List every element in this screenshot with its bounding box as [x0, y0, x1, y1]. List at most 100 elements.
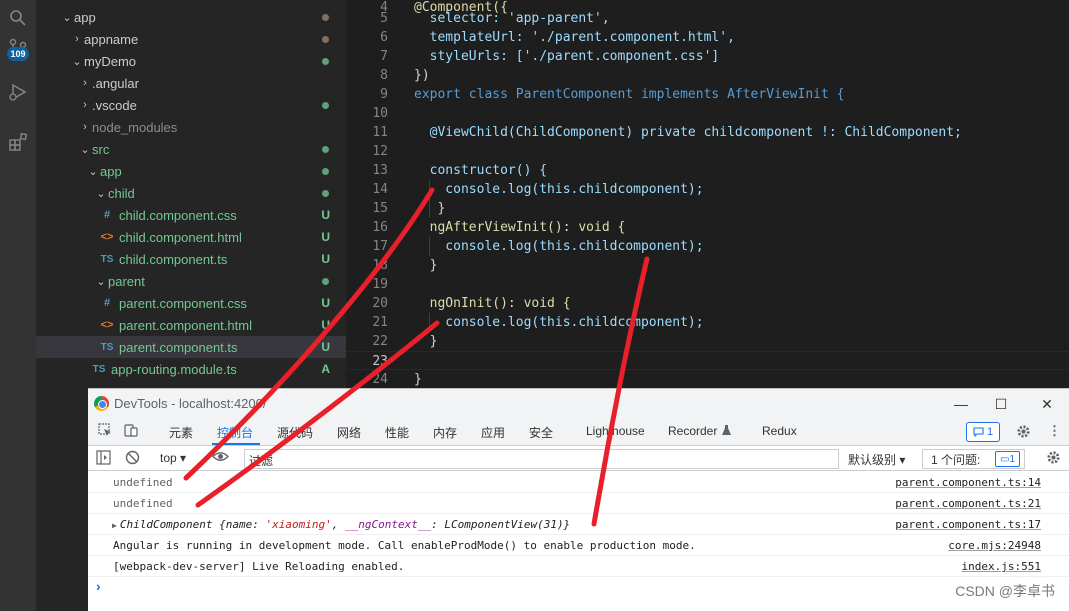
tree-label: myDemo: [84, 53, 137, 69]
issues-button[interactable]: 1 个问题: ▭ 1: [922, 449, 1025, 469]
tree-folder-parent[interactable]: ⌄ parent: [36, 270, 346, 292]
code-text: selector: 'app-parent',: [414, 11, 610, 26]
tab-lighthouse[interactable]: Lighthouse: [586, 424, 645, 438]
inspect-element-icon[interactable]: [98, 423, 112, 440]
line-number: 11: [372, 125, 388, 140]
console-row: Angular is running in development mode. …: [88, 535, 1069, 556]
chevron-down-icon: ⌄: [80, 143, 90, 156]
context-selector[interactable]: top ▾: [160, 451, 186, 465]
close-button[interactable]: ✕: [1032, 393, 1062, 415]
tree-file-child-html[interactable]: <> child.component.html U: [36, 226, 346, 248]
tab-elements[interactable]: 元素: [169, 424, 193, 441]
tree-label: appname: [84, 31, 139, 47]
tree-folder-mydemo[interactable]: ⌄ myDemo: [36, 50, 346, 72]
log-levels-dropdown[interactable]: 默认级别 ▾: [848, 451, 905, 468]
tree-folder-child[interactable]: ⌄ child: [36, 182, 346, 204]
console-row[interactable]: ▶ ChildComponent {name: 'xiaoming', __ngC…: [88, 514, 1069, 535]
tree-folder-vscode[interactable]: › .vscode: [36, 94, 346, 116]
tab-application[interactable]: 应用: [481, 424, 505, 441]
tree-folder-appname[interactable]: › appname: [36, 28, 346, 50]
line-number: 12: [372, 144, 388, 159]
tree-folder-src-app[interactable]: ⌄ app: [36, 160, 346, 182]
messages-count: 1: [986, 426, 994, 438]
line-number: 8: [380, 68, 388, 83]
code-editor[interactable]: 4 @Component({ 5 selector: 'app-parent', …: [346, 0, 1069, 388]
tree-folder-app[interactable]: ⌄ app: [36, 6, 346, 28]
devtools-titlebar[interactable]: DevTools - localhost:4200/ — ☐ ✕: [88, 389, 1069, 419]
tree-file-parent-ts[interactable]: TS parent.component.ts U: [36, 336, 346, 358]
tab-console[interactable]: 控制台: [217, 424, 253, 441]
sidebar-toggle-icon[interactable]: [96, 450, 111, 468]
code-line: 5 selector: 'app-parent',: [346, 9, 1069, 28]
code-text: }: [414, 334, 438, 349]
code-line: 6 templateUrl: './parent.component.html'…: [346, 28, 1069, 47]
chevron-down-icon: ⌄: [96, 275, 106, 288]
extensions-icon[interactable]: [0, 124, 36, 160]
tree-folder-node-modules[interactable]: › node_modules: [36, 116, 346, 138]
git-status-badge: U: [321, 318, 330, 332]
settings-gear-icon[interactable]: [1016, 424, 1031, 442]
code-text: }: [414, 201, 446, 216]
console-source-link[interactable]: index.js:551: [962, 556, 1041, 577]
devtools-window: DevTools - localhost:4200/ — ☐ ✕ 元素 控制台 …: [88, 388, 1069, 611]
console-source-link[interactable]: parent.component.ts:21: [895, 493, 1041, 514]
modified-dot: [322, 277, 329, 285]
line-number: 9: [380, 87, 388, 102]
tree-file-app-routing[interactable]: TS app-routing.module.ts A: [36, 358, 346, 380]
chevron-right-icon: ›: [83, 121, 87, 133]
console-prompt-chevron-icon[interactable]: ›: [96, 578, 101, 594]
code-line: 20 ngOnInit(): void {: [346, 294, 1069, 313]
code-line: 22 }: [346, 332, 1069, 351]
live-expression-eye-icon[interactable]: [212, 449, 229, 467]
maximize-button[interactable]: ☐: [986, 393, 1016, 415]
tab-performance[interactable]: 性能: [385, 424, 409, 441]
clear-console-icon[interactable]: [125, 450, 140, 468]
console-object-message[interactable]: ▶ ChildComponent {name: 'xiaoming', __ngC…: [112, 514, 570, 536]
tree-file-parent-css[interactable]: # parent.component.css U: [36, 292, 346, 314]
tree-file-child-css[interactable]: # child.component.css U: [36, 204, 346, 226]
devtools-tabbar: 元素 控制台 源代码 网络 性能 内存 应用 安全 Lighthouse Rec…: [88, 419, 1069, 446]
device-toolbar-icon[interactable]: [124, 423, 138, 440]
code-text: @ViewChild(ChildComponent) private child…: [414, 125, 962, 140]
tab-redux[interactable]: Redux: [762, 424, 797, 438]
console-filter-input[interactable]: 过滤: [244, 449, 839, 469]
html-file-icon: <>: [100, 231, 114, 243]
tab-recorder[interactable]: Recorder: [668, 424, 717, 438]
line-number: 23: [372, 354, 388, 369]
console-settings-gear-icon[interactable]: [1046, 450, 1061, 468]
message-icon: ▭: [999, 453, 1010, 465]
chevron-right-icon: ›: [83, 99, 87, 111]
expand-triangle-icon[interactable]: ▶: [112, 521, 117, 530]
run-debug-icon[interactable]: [0, 74, 36, 110]
tree-label: node_modules: [92, 119, 178, 135]
console-source-link[interactable]: parent.component.ts:14: [895, 472, 1041, 493]
chrome-logo-icon: [94, 396, 109, 411]
tree-label: app-routing.module.ts: [111, 361, 237, 377]
code-text: }: [414, 372, 422, 387]
code-text: ngAfterViewInit(): void {: [414, 220, 626, 235]
line-number: 17: [372, 239, 388, 254]
tab-memory[interactable]: 内存: [433, 424, 457, 441]
tree-folder-angular[interactable]: › .angular: [36, 72, 346, 94]
tab-sources[interactable]: 源代码: [277, 424, 313, 441]
line-number: 24: [372, 372, 388, 387]
ts-file-icon: TS: [100, 341, 114, 353]
css-file-icon: #: [103, 209, 111, 221]
tree-label: child: [108, 185, 135, 201]
tree-file-parent-html[interactable]: <> parent.component.html U: [36, 314, 346, 336]
tree-file-child-ts[interactable]: TS child.component.ts U: [36, 248, 346, 270]
git-status-badge: A: [321, 362, 330, 376]
console-message: undefined: [113, 497, 173, 510]
dropdown-arrow-icon: ▾: [180, 451, 187, 465]
console-source-link[interactable]: parent.component.ts:17: [895, 514, 1041, 535]
tree-folder-src[interactable]: ⌄ src: [36, 138, 346, 160]
minimize-button[interactable]: —: [946, 393, 976, 415]
console-source-link[interactable]: core.mjs:24948: [948, 535, 1041, 556]
code-line: 19: [346, 275, 1069, 294]
tab-network[interactable]: 网络: [337, 424, 361, 441]
tab-security[interactable]: 安全: [529, 424, 553, 441]
ts-file-icon: TS: [92, 363, 106, 375]
more-options-icon[interactable]: ⋮: [1048, 423, 1061, 439]
modified-dot: [322, 13, 329, 21]
messages-badge[interactable]: 1: [966, 422, 1000, 442]
